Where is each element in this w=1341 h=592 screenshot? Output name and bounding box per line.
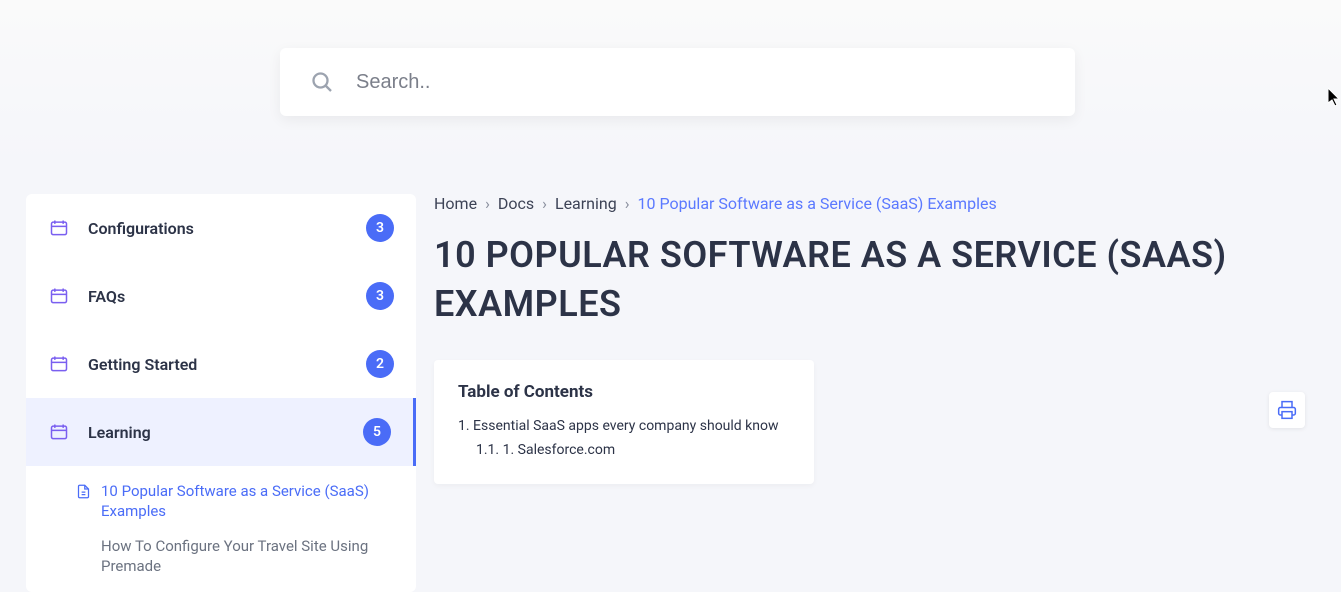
folder-icon xyxy=(48,421,70,443)
sidebar-subitem[interactable]: How To Configure Your Travel Site Using … xyxy=(66,529,416,584)
sidebar-item-label: Getting Started xyxy=(88,355,366,374)
sidebar-badge: 3 xyxy=(366,282,394,310)
sidebar-badge: 5 xyxy=(363,418,391,446)
sidebar-subitem-label: How To Configure Your Travel Site Using … xyxy=(101,537,398,576)
printer-icon xyxy=(1277,400,1297,420)
sidebar-badge: 2 xyxy=(366,350,394,378)
sidebar-subitem-label: 10 Popular Software as a Service (SaaS) … xyxy=(101,482,398,521)
breadcrumb-learning[interactable]: Learning xyxy=(555,194,617,213)
sidebar-subitem-active[interactable]: 10 Popular Software as a Service (SaaS) … xyxy=(66,474,416,529)
sidebar-item-label: Configurations xyxy=(88,219,366,238)
breadcrumb-docs[interactable]: Docs xyxy=(498,194,534,213)
toc-heading: Table of Contents xyxy=(458,382,790,402)
breadcrumb: Home › Docs › Learning › 10 Popular Soft… xyxy=(434,194,1315,213)
document-icon xyxy=(76,484,91,499)
search-box[interactable] xyxy=(280,48,1075,116)
search-section xyxy=(0,0,1341,164)
folder-icon xyxy=(48,285,70,307)
search-icon xyxy=(310,70,334,94)
chevron-right-icon: › xyxy=(542,194,547,213)
chevron-right-icon: › xyxy=(485,194,490,213)
folder-icon xyxy=(48,353,70,375)
sidebar: Configurations 3 FAQs 3 Getting Started … xyxy=(26,194,416,592)
breadcrumb-current: 10 Popular Software as a Service (SaaS) … xyxy=(638,194,997,213)
page-title: 10 POPULAR SOFTWARE AS A SERVICE (SAAS) … xyxy=(434,231,1315,328)
folder-icon xyxy=(48,217,70,239)
sidebar-item-faqs[interactable]: FAQs 3 xyxy=(26,262,416,330)
search-input[interactable] xyxy=(356,71,1045,94)
table-of-contents: Table of Contents 1. Essential SaaS apps… xyxy=(434,360,814,484)
sidebar-item-label: Learning xyxy=(88,423,363,442)
sidebar-item-getting-started[interactable]: Getting Started 2 xyxy=(26,330,416,398)
content-wrap: Configurations 3 FAQs 3 Getting Started … xyxy=(0,194,1341,592)
main-content: Home › Docs › Learning › 10 Popular Soft… xyxy=(434,194,1315,592)
sidebar-item-learning[interactable]: Learning 5 xyxy=(26,398,416,466)
sidebar-item-configurations[interactable]: Configurations 3 xyxy=(26,194,416,262)
toc-item[interactable]: 1. Essential SaaS apps every company sho… xyxy=(458,414,790,438)
sidebar-sublist: 10 Popular Software as a Service (SaaS) … xyxy=(26,466,416,592)
toc-subitem[interactable]: 1.1. 1. Salesforce.com xyxy=(458,438,790,462)
chevron-right-icon: › xyxy=(625,194,630,213)
print-button[interactable] xyxy=(1269,392,1305,428)
sidebar-badge: 3 xyxy=(366,214,394,242)
sidebar-item-label: FAQs xyxy=(88,287,366,306)
breadcrumb-home[interactable]: Home xyxy=(434,194,477,213)
